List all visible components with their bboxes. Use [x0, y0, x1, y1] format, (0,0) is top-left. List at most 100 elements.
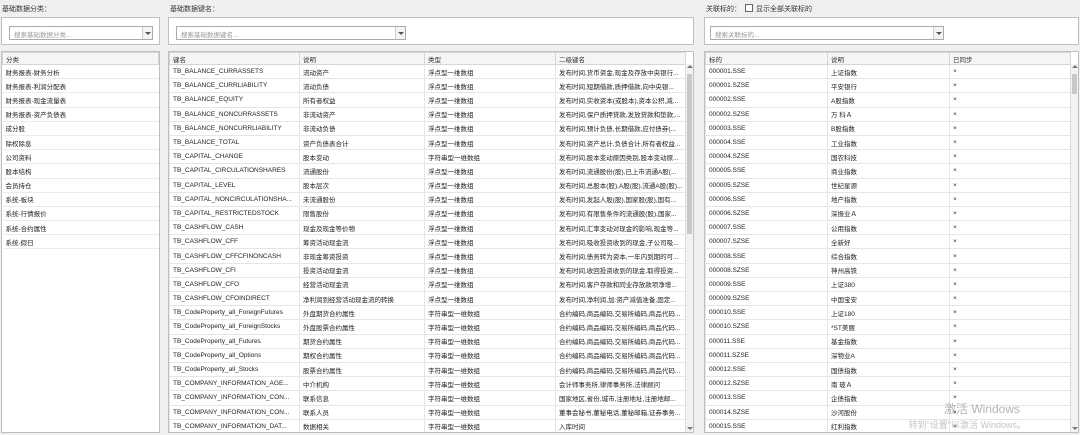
scroll-down-icon[interactable]	[1072, 427, 1078, 430]
symbol-table-row[interactable]: 000009.SSE 上证380 ×	[705, 276, 1071, 293]
symbol-search-input[interactable]: 搜索关联标的...	[710, 26, 944, 40]
symbol-table-row[interactable]: 000012.SZSE 南 玻Ａ ×	[705, 376, 1071, 392]
symbol-table-row[interactable]: 000010.SZSE *ST美丽 ×	[705, 319, 1071, 335]
key-column-header[interactable]: 键名	[169, 52, 300, 65]
key-table-row[interactable]: TB_CAPITAL_CHANGE 股本变动 字符串型一维数组 发布时间,股本变动原因…	[169, 149, 686, 165]
category-item[interactable]: 股本结构	[2, 163, 159, 179]
show-all-checkbox[interactable]	[745, 4, 753, 12]
category-row[interactable]: 财务报表-利润分配表	[2, 78, 159, 94]
category-row[interactable]: 财务报表-资产负债表	[2, 107, 159, 122]
scroll-thumb[interactable]	[1072, 74, 1077, 94]
category-item[interactable]: 财务报表-利润分配表	[2, 78, 159, 94]
symbol-table-row[interactable]: 000004.SZSE 国农科技 ×	[705, 149, 1071, 165]
key-column-header[interactable]: 二级键名	[555, 52, 686, 65]
category-row[interactable]: 系统-板块	[2, 192, 159, 207]
key-table-row[interactable]: TB_CodeProperty_all_Stocks 股票合约属性 字符串型一维数组…	[169, 361, 686, 378]
category-row[interactable]: 公司资料	[2, 149, 159, 165]
scroll-up-icon[interactable]	[1072, 65, 1078, 68]
key-table-row[interactable]: TB_BALANCE_TOTAL 资产负债表合计 浮点型一维数组 发布时间,资产总计,…	[169, 134, 686, 151]
category-item[interactable]: 公司资料	[2, 149, 159, 165]
symbol-column-header[interactable]: 已同步	[949, 52, 1071, 65]
symbol-table-row[interactable]: 000001.SZSE 平安银行 ×	[705, 78, 1071, 94]
symbol-table-row[interactable]: 000009.SZSE 中国宝安 ×	[705, 290, 1071, 307]
key-table-row[interactable]: TB_CASHFLOW_CFFCFINONCASH 非现金筹资投资 浮点型一维数组发…	[169, 248, 686, 264]
category-row[interactable]: 除权除息	[2, 135, 159, 151]
category-item[interactable]: 系统-合约属性	[2, 220, 159, 236]
key-column-header[interactable]: 类型	[424, 52, 556, 65]
scroll-up-icon[interactable]	[687, 65, 693, 68]
key-table-row[interactable]: TB_BALANCE_EQUITY 所有者权益 浮点型一维数组 发布时间,实收资本(或…	[169, 92, 686, 108]
scroll-thumb[interactable]	[687, 74, 692, 234]
category-row[interactable]: 系统-行情报价	[2, 206, 159, 222]
key-table-row[interactable]: TB_CodeProperty_all_Options 期权合约属性 字符串型一维数…	[169, 347, 686, 363]
symbol-table-row[interactable]: 000007.SZSE 全新好 ×	[705, 234, 1071, 250]
key-table-row[interactable]: TB_CASHFLOW_CFI 投资活动现金流 浮点型一维数组 发布时间,收回投资收到…	[169, 262, 686, 278]
key-table-row[interactable]: TB_CodeProperty_all_ForeignFutures 外盘期货合约…	[169, 305, 686, 321]
category-item[interactable]: 财务报表-财务分析	[2, 64, 159, 80]
key-table-row[interactable]: TB_CodeProperty_all_ForeignStocks 外盘股票合约属…	[169, 319, 686, 335]
symbol-table-row[interactable]: 000006.SZSE 深振业Ａ ×	[705, 205, 1071, 222]
category-search-input[interactable]: 搜索基础数据分类...	[9, 26, 153, 40]
key-table-row[interactable]: TB_CAPITAL_RESTRICTEDSTOCK 限售股份 浮点型一维数组 发布时…	[169, 205, 686, 222]
key-table-row[interactable]: TB_CAPITAL_NONCIRCULATIONSHA... 未流通股份 浮点型一…	[169, 191, 686, 207]
category-item[interactable]: 成分股	[2, 121, 159, 136]
category-item[interactable]: 系统-板块	[2, 192, 159, 207]
symbol-table-row[interactable]: 000006.SSE 地产指数 ×	[705, 191, 1071, 207]
key-table-row[interactable]: TB_COMPANY_INFORMATION_CON... 联系信息 字符串型一维数…	[169, 390, 686, 406]
symbol-table-row[interactable]: 000005.SSE 商业指数 ×	[705, 163, 1071, 179]
key-table-row[interactable]: TB_CAPITAL_LEVEL 股本层次 浮点型一维数组 发布时间,总股本(股),A…	[169, 177, 686, 193]
symbol-table-row[interactable]: 000003.SSE B股指数 ×	[705, 120, 1071, 136]
symbol-table-row[interactable]: 000004.SSE 工业指数 ×	[705, 134, 1071, 151]
key-search-input[interactable]: 搜索基础数据键名...	[176, 26, 406, 40]
key-table-row[interactable]: TB_BALANCE_NONCURRLIABILITY 非流动负债 浮点型一维数组发…	[169, 120, 686, 136]
key-table-row[interactable]: TB_COMPANY_INFORMATION_CON... 联系人员 字符串型一维数…	[169, 404, 686, 420]
category-row[interactable]: 系统-合约属性	[2, 220, 159, 236]
key-table-row[interactable]: TB_CASHFLOW_CFF 筹资活动现金流 浮点型一维数组 发布时间,吸收投资收到…	[169, 234, 686, 250]
symbol-table-row[interactable]: 000007.SSE 公用指数 ×	[705, 220, 1071, 236]
scroll-down-icon[interactable]	[687, 427, 693, 430]
chevron-down-icon[interactable]	[933, 27, 943, 39]
chevron-down-icon[interactable]	[142, 27, 152, 39]
chevron-down-icon[interactable]	[395, 27, 405, 39]
key-table-row[interactable]: TB_CAPITAL_CIRCULATIONSHARES 流通股份 浮点型一维数组发…	[169, 163, 686, 179]
show-all-label[interactable]: 显示全部关联标的	[756, 4, 812, 14]
symbol-table-row[interactable]: 000011.SSE 基金指数 ×	[705, 333, 1071, 349]
symbol-table-row[interactable]: 000001.SSE 上证指数 ×	[705, 63, 1071, 80]
key-column-header[interactable]: 说明	[299, 52, 425, 65]
category-item[interactable]: 系统-行情报价	[2, 206, 159, 222]
category-item[interactable]: 除权除息	[2, 135, 159, 151]
key-table-row[interactable]: TB_BALANCE_CURRLIABILITY 流动负债 浮点型一维数组 发布时间,…	[169, 78, 686, 94]
category-row[interactable]: 财务报表-财务分析	[2, 64, 159, 80]
category-column-header[interactable]: 分类	[2, 52, 159, 65]
key-subkeys-cell: 发布时间,短期借款,质押借款,向中央银...	[555, 78, 686, 94]
symbol-table-row[interactable]: 000010.SSE 上证180 ×	[705, 305, 1071, 321]
category-row[interactable]: 会员持仓	[2, 178, 159, 193]
key-table-row[interactable]: TB_COMPANY_INFORMATION_DAT... 数据相关 字符串型一维数…	[169, 418, 686, 432]
category-row[interactable]: 成分股	[2, 121, 159, 136]
category-item[interactable]: 财务报表-资产负债表	[2, 107, 159, 122]
symbol-table-row[interactable]: 000008.SSE 综合指数 ×	[705, 248, 1071, 264]
category-row[interactable]: 财务报表-现金流量表	[2, 92, 159, 108]
key-table-row[interactable]: TB_COMPANY_INFORMATION_AGE... 中介机构 字符串型一维数…	[169, 376, 686, 392]
symbol-table-row[interactable]: 000012.SSE 国债指数 ×	[705, 361, 1071, 378]
symbol-column-header[interactable]: 标的	[705, 52, 828, 65]
key-table-row[interactable]: TB_CodeProperty_all_Futures 期货合约属性 字符串型一维数…	[169, 333, 686, 349]
key-table-row[interactable]: TB_BALANCE_CURRASSETS 流动资产 浮点型一维数组 发布时间,货币资…	[169, 63, 686, 80]
symbol-table-row[interactable]: 000002.SZSE 万 科Ａ ×	[705, 106, 1071, 122]
category-item[interactable]: 会员持仓	[2, 178, 159, 193]
symbol-column-header[interactable]: 说明	[827, 52, 950, 65]
symbol-table-scrollbar[interactable]	[1070, 64, 1078, 432]
category-row[interactable]: 股本结构	[2, 163, 159, 179]
key-table-row[interactable]: TB_CASHFLOW_CFO 经营活动现金流 浮点型一维数组 发布时间,客户存款和同…	[169, 276, 686, 293]
symbol-table-row[interactable]: 000011.SZSE 深物业A ×	[705, 347, 1071, 363]
key-table-row[interactable]: TB_BALANCE_NONCURRASSETS 非流动资产 浮点型一维数组 发布时间…	[169, 106, 686, 122]
symbol-table-row[interactable]: 000002.SSE A股指数 ×	[705, 92, 1071, 108]
key-table-row[interactable]: TB_CASHFLOW_CASH 现金及现金等价物 浮点型一维数组 发布时间,汇率变动…	[169, 220, 686, 236]
category-item[interactable]: 财务报表-现金流量表	[2, 92, 159, 108]
category-item[interactable]: 系统-假日	[2, 234, 159, 250]
symbol-table-row[interactable]: 000008.SZSE 神州高铁 ×	[705, 262, 1071, 278]
symbol-table-row[interactable]: 000005.SZSE 世纪星源 ×	[705, 177, 1071, 193]
key-table-scrollbar[interactable]	[685, 64, 693, 432]
category-row[interactable]: 系统-假日	[2, 234, 159, 250]
key-table-row[interactable]: TB_CASHFLOW_CFOINDIRECT 净利润到经营活动现金流的转换 浮点型…	[169, 290, 686, 307]
